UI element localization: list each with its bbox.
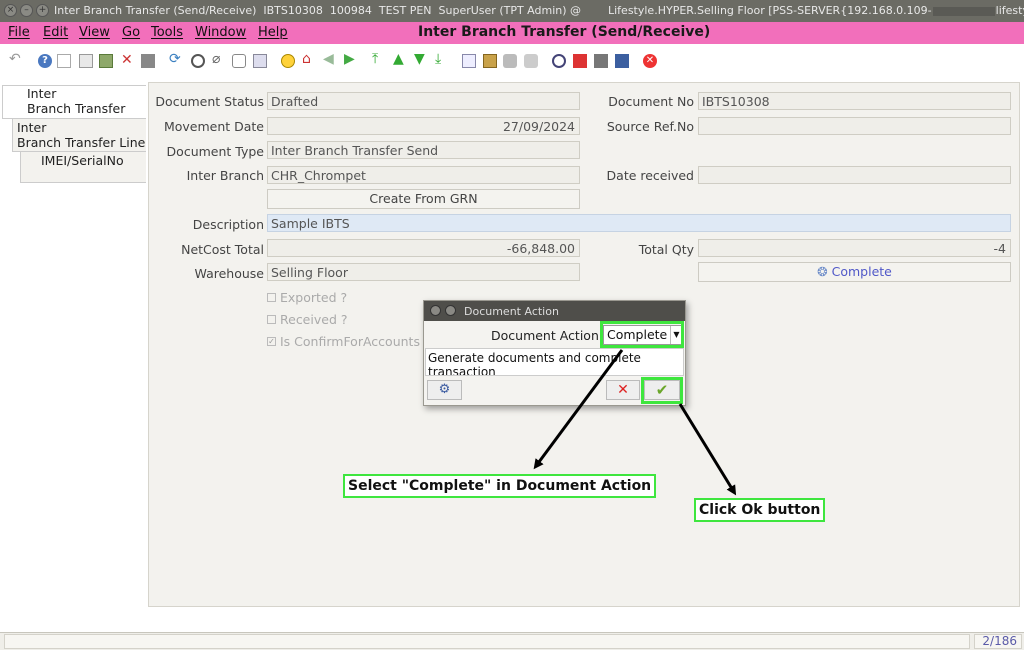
callout-click-ok: Click Ok button [694, 498, 826, 522]
annotation-arrows [533, 349, 737, 496]
callout-select-complete: Select "Complete" in Document Action [343, 474, 657, 498]
arrow-to-ok-callout [678, 403, 737, 496]
arrow-to-select-callout [533, 349, 624, 470]
